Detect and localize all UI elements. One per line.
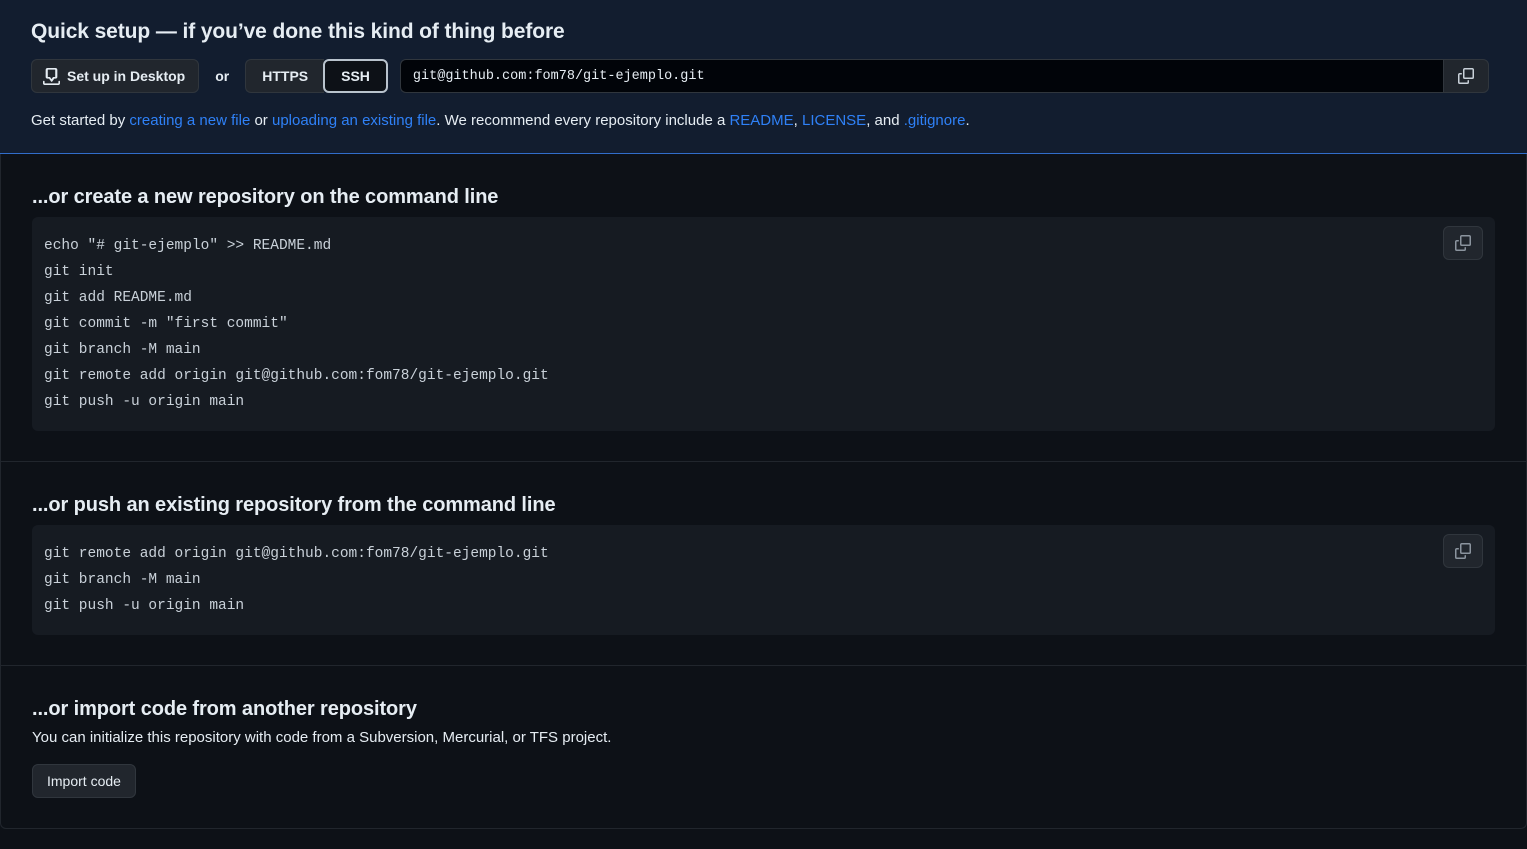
- code-line: git remote add origin git@github.com:fom…: [44, 545, 549, 562]
- get-started-period: .: [965, 112, 970, 130]
- get-started-and: , and: [866, 112, 904, 130]
- link-gitignore[interactable]: .gitignore: [904, 112, 966, 129]
- section-import-code: ...or import code from another repositor…: [1, 664, 1526, 828]
- code-block-create-new: echo "# git-ejemplo" >> README.md git in…: [32, 216, 1495, 431]
- section-push-existing-repository: ...or push an existing repository from t…: [1, 460, 1526, 665]
- protocol-https-button[interactable]: HTTPS: [245, 59, 325, 94]
- setup-sections-container: ...or create a new repository on the com…: [0, 153, 1527, 829]
- link-readme[interactable]: README: [729, 112, 793, 129]
- import-code-description: You can initialize this repository with …: [32, 728, 612, 746]
- link-license[interactable]: LICENSE: [802, 112, 866, 129]
- copy-push-existing-commands-button[interactable]: [1443, 533, 1483, 568]
- link-uploading-an-existing-file[interactable]: uploading an existing file: [272, 112, 436, 129]
- code-line: git push -u origin main: [44, 393, 245, 410]
- code-line: echo "# git-ejemplo" >> README.md: [44, 237, 332, 254]
- clone-url-input[interactable]: git@github.com:fom78/git-ejemplo.git: [399, 59, 1443, 94]
- code-line: git init: [44, 263, 114, 280]
- get-started-text: Get started by creating a new file or up…: [31, 110, 1489, 133]
- import-code-button[interactable]: Import code: [32, 763, 136, 798]
- code-line: git commit -m "first commit": [44, 315, 288, 332]
- code-block-push-existing: git remote add origin git@github.com:fom…: [32, 524, 1495, 635]
- set-up-in-desktop-button[interactable]: Set up in Desktop: [31, 59, 200, 94]
- desktop-download-icon: [43, 67, 60, 85]
- protocol-toggle-group: HTTPS SSH: [245, 59, 388, 94]
- protocol-ssh-button[interactable]: SSH: [323, 59, 388, 94]
- quick-setup-banner: Quick setup — if you’ve done this kind o…: [0, 0, 1527, 154]
- setup-controls-row: Set up in Desktop or HTTPS SSH git@githu…: [31, 59, 1489, 94]
- set-up-in-desktop-label: Set up in Desktop: [67, 68, 186, 85]
- clipboard-icon: [1458, 68, 1474, 85]
- clone-url-group: git@github.com:fom78/git-ejemplo.git: [399, 59, 1489, 94]
- get-started-middle: . We recommend every repository include …: [436, 112, 730, 130]
- code-line: git remote add origin git@github.com:fom…: [44, 367, 549, 384]
- code-line: git add README.md: [44, 289, 192, 306]
- code-line: git branch -M main: [44, 571, 201, 588]
- get-started-comma: ,: [793, 112, 802, 130]
- code-line: git push -u origin main: [44, 597, 245, 614]
- clipboard-icon: [1455, 234, 1471, 251]
- code-line: git branch -M main: [44, 341, 201, 358]
- section-title-create-new: ...or create a new repository on the com…: [32, 185, 499, 208]
- get-started-or: or: [250, 112, 272, 130]
- get-started-prefix: Get started by: [31, 112, 130, 130]
- clipboard-icon: [1455, 542, 1471, 559]
- copy-clone-url-button[interactable]: [1443, 59, 1489, 94]
- copy-create-new-commands-button[interactable]: [1443, 225, 1483, 260]
- page-title: Quick setup — if you’ve done this kind o…: [31, 20, 565, 43]
- repo-quick-setup-page: Quick setup — if you’ve done this kind o…: [0, 0, 1527, 849]
- section-title-import-code: ...or import code from another repositor…: [32, 697, 417, 720]
- or-label: or: [215, 68, 230, 85]
- section-create-new-repository: ...or create a new repository on the com…: [1, 154, 1526, 461]
- section-title-push-existing: ...or push an existing repository from t…: [32, 493, 556, 516]
- link-creating-a-new-file[interactable]: creating a new file: [129, 112, 250, 129]
